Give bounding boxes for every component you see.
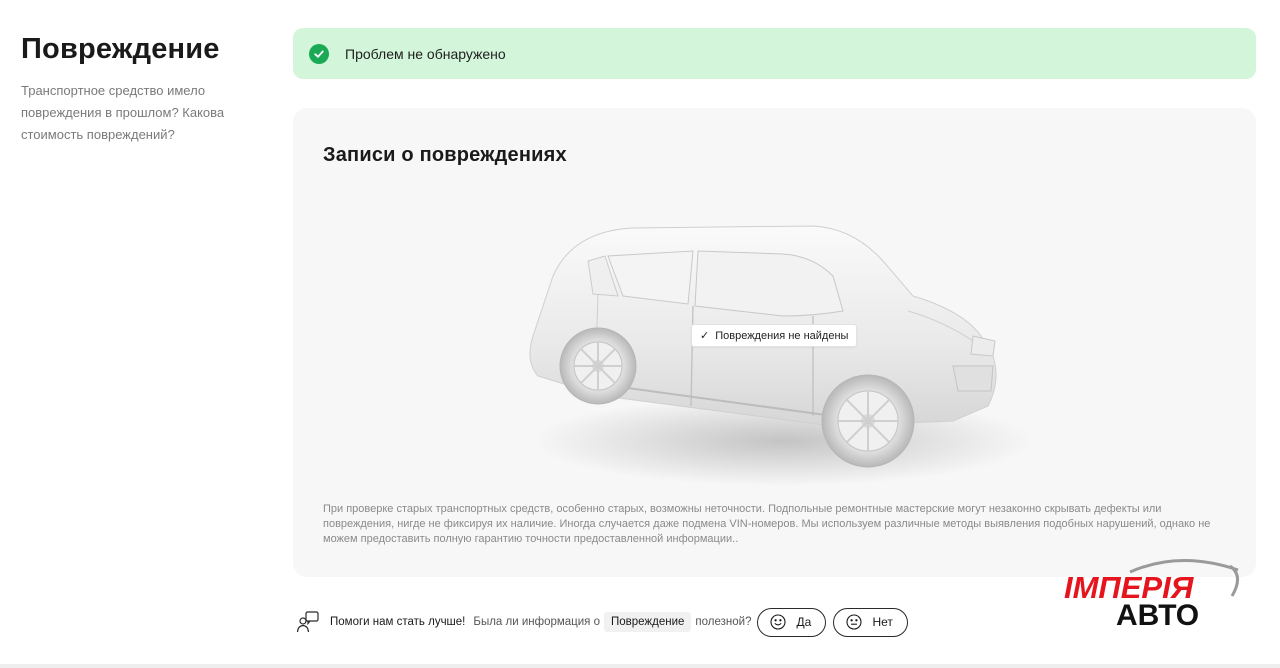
- feedback-bar: Помоги нам стать лучше! Была ли информац…: [296, 607, 909, 637]
- brand-logo: ІМПЕРІЯ АВТО: [1060, 556, 1244, 630]
- car-illustration: [513, 216, 1033, 486]
- section-description: Транспортное средство имело повреждения …: [21, 83, 225, 142]
- page-title: Повреждение: [21, 33, 220, 65]
- damage-records-card: Записи о повреждениях ✓ Повреждения не н…: [293, 108, 1256, 577]
- feedback-question-start: Была ли информация о: [473, 616, 600, 628]
- neutral-face-icon: [846, 614, 863, 630]
- feedback-topic-chip: Повреждение: [604, 612, 692, 632]
- feedback-no-button[interactable]: Нет: [833, 607, 909, 637]
- chat-feedback-icon: [296, 610, 320, 634]
- car-status-tag: ✓ Повреждения не найдены: [691, 324, 858, 347]
- logo-line2: АВТО: [1116, 599, 1199, 630]
- status-banner: Проблем не обнаружено: [293, 28, 1256, 79]
- feedback-yes-label: Да: [796, 615, 812, 629]
- check-icon: ✓: [700, 330, 710, 342]
- smile-icon: [770, 614, 787, 630]
- page-bottom-divider: [0, 664, 1280, 668]
- disclaimer-text: При проверке старых транспортных средств…: [323, 503, 1211, 545]
- car-status-text: Повреждения не найдены: [715, 329, 849, 342]
- check-circle-icon: [309, 43, 329, 64]
- section-intro: Повреждение Транспортное средство имело …: [21, 32, 251, 146]
- feedback-lead: Помоги нам стать лучше!: [330, 616, 466, 628]
- feedback-yes-button[interactable]: Да: [757, 607, 827, 637]
- feedback-no-label: Нет: [872, 615, 893, 629]
- feedback-question-end: полезной?: [695, 616, 752, 628]
- card-title: Записи о повреждениях: [323, 144, 567, 166]
- status-text: Проблем не обнаружено: [345, 45, 506, 62]
